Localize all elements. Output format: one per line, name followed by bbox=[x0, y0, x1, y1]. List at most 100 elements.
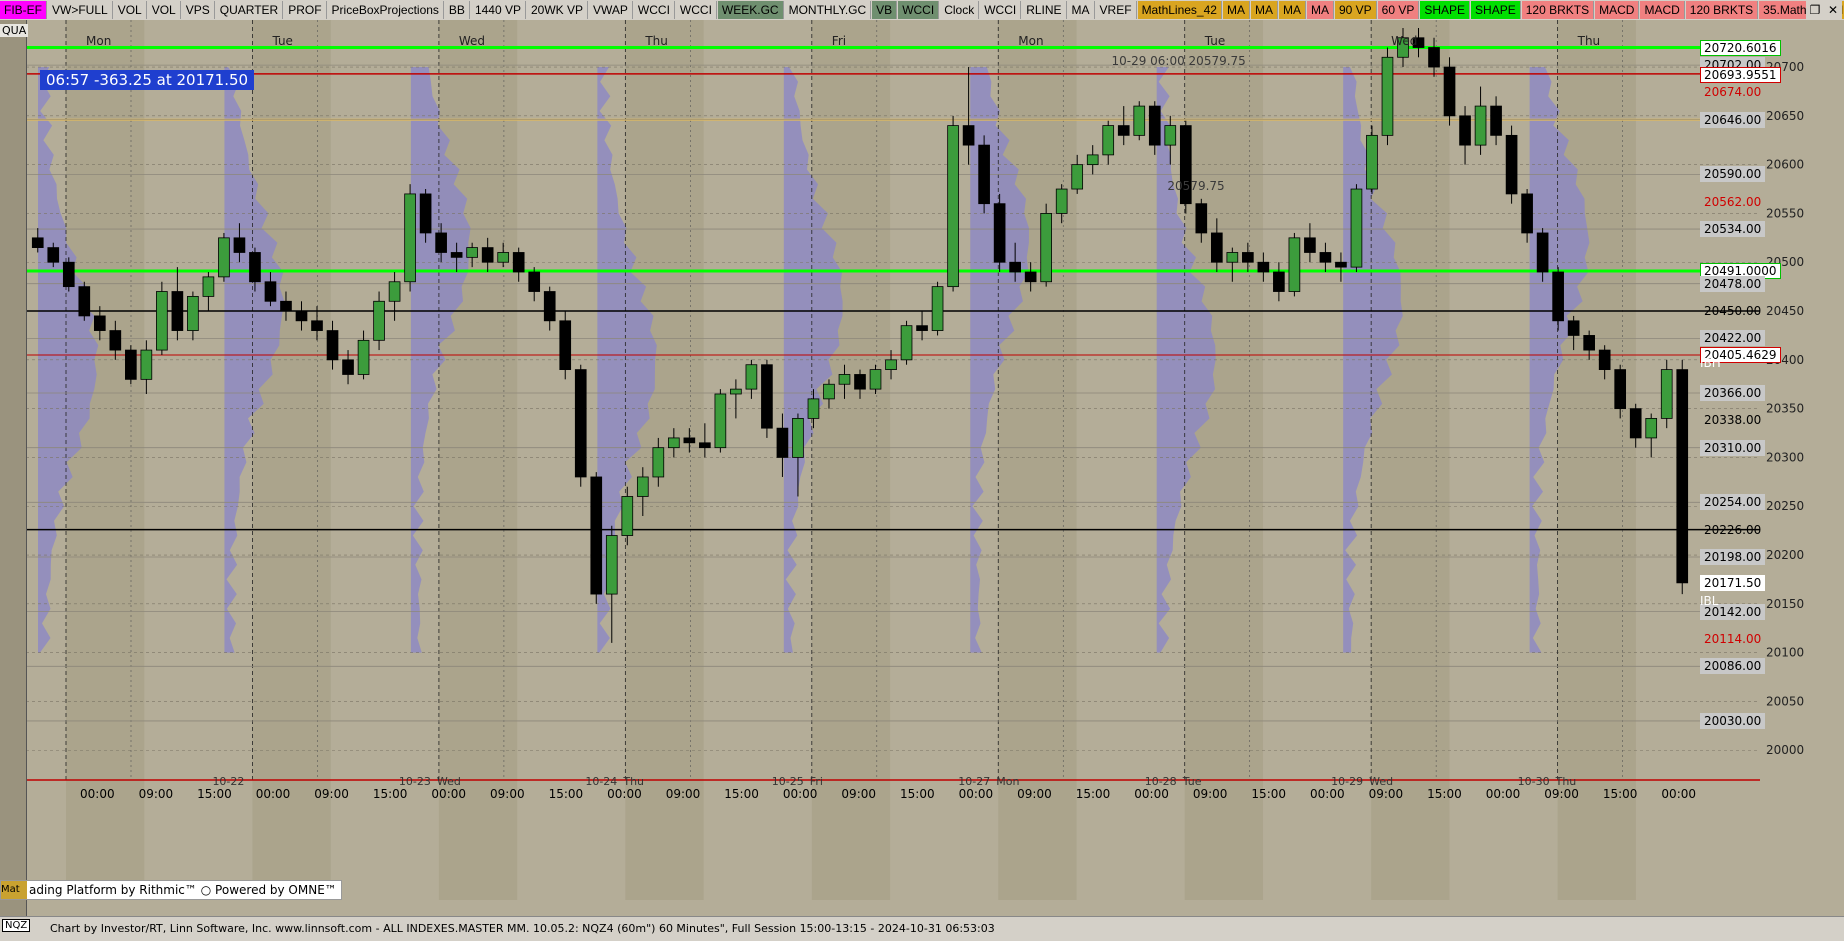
candle bbox=[947, 115, 959, 292]
toolbar-button-90-vp[interactable]: 90 VP bbox=[1334, 1, 1377, 19]
candle-body-up bbox=[1133, 105, 1146, 136]
toolbar-button-vps[interactable]: VPS bbox=[181, 1, 215, 19]
toolbar-button-wcci[interactable]: WCCI bbox=[980, 1, 1022, 19]
time-label: 00:00 bbox=[1661, 787, 1696, 801]
time-label: 15:00 bbox=[373, 787, 408, 801]
toolbar-button-vol[interactable]: VOL bbox=[147, 1, 181, 19]
toolbar-button-wcci[interactable]: WCCI bbox=[675, 1, 717, 19]
restore-icon[interactable]: ❐ bbox=[1806, 1, 1824, 19]
candle-body-up bbox=[466, 247, 478, 258]
candle-body-down bbox=[435, 232, 447, 253]
candle-body-up bbox=[838, 374, 851, 385]
toolbar-button-quarter[interactable]: QUARTER bbox=[215, 1, 284, 19]
candle-body-down bbox=[1195, 203, 1208, 234]
toolbar-button-120-brkts[interactable]: 120 BRKTS bbox=[1521, 1, 1595, 19]
toolbar-button-20wk-vp[interactable]: 20WK VP bbox=[526, 1, 589, 19]
toolbar-button-ma[interactable]: MA bbox=[1306, 1, 1334, 19]
toolbar-button-1440-vp[interactable]: 1440 VP bbox=[470, 1, 526, 19]
y-ticks: 20000 20050 20100 20150 20200 20250 20300 20350… bbox=[1766, 60, 1804, 757]
toolbar-button-60-vp[interactable]: 60 VP bbox=[1377, 1, 1420, 19]
candle-body-down bbox=[512, 252, 525, 273]
toolbar-button-bb[interactable]: BB bbox=[444, 1, 470, 19]
candle-body-up bbox=[156, 291, 168, 351]
toolbar-button-shape[interactable]: SHAPE bbox=[1471, 1, 1521, 19]
day-label: Wed bbox=[458, 34, 486, 48]
toolbar-button-vol[interactable]: VOL bbox=[113, 1, 147, 19]
toolbar-button-macd[interactable]: MACD bbox=[1640, 1, 1685, 19]
rithmic-banner: Mat ading Platform by Rithmic™ ○ Powered… bbox=[0, 880, 342, 900]
price-label: 20562.00 bbox=[1704, 194, 1762, 209]
candle-body-down bbox=[1552, 271, 1564, 322]
toolbar-button-vref[interactable]: VREF bbox=[1095, 1, 1137, 19]
session-day-label: Thu bbox=[622, 775, 644, 788]
candle-body-up bbox=[218, 237, 230, 278]
candle-body-down bbox=[1148, 105, 1161, 146]
candle-body-down bbox=[342, 359, 354, 375]
candle-body-down bbox=[1521, 193, 1533, 234]
candle-body-down bbox=[1490, 105, 1502, 136]
toolbar-button-35-math[interactable]: 35.Math bbox=[1759, 1, 1812, 19]
toolbar-button-vw-full[interactable]: VW>FULL bbox=[48, 1, 113, 19]
date-label: 10-25 bbox=[772, 775, 804, 788]
toolbar-button-prof[interactable]: PROF bbox=[284, 1, 327, 19]
candle-body-down bbox=[326, 330, 339, 361]
candle-body-up bbox=[900, 325, 913, 361]
candle-body-up bbox=[140, 349, 153, 380]
time-label: 09:00 bbox=[1193, 787, 1228, 801]
overnight-band bbox=[1557, 20, 1636, 900]
toolbar-button-vb[interactable]: VB bbox=[872, 1, 898, 19]
price-label: 20366.00 bbox=[1700, 385, 1766, 402]
symbol-tab[interactable]: QUA bbox=[0, 24, 29, 37]
toolbar-button-ma[interactable]: MA bbox=[1222, 1, 1250, 19]
candle-body-up bbox=[714, 393, 727, 449]
time-label: 00:00 bbox=[1486, 787, 1521, 801]
toolbar-button-mathlines-42[interactable]: MathLines_42 bbox=[1137, 1, 1222, 19]
date-label: 10-29 bbox=[1331, 775, 1363, 788]
toolbar-button-vwap[interactable]: VWAP bbox=[589, 1, 633, 19]
mat-tag: Mat bbox=[1, 881, 27, 899]
toolbar-button-ma[interactable]: MA bbox=[1278, 1, 1306, 19]
candle bbox=[931, 281, 944, 336]
time-label: 09:00 bbox=[490, 787, 525, 801]
y-tick-label: 20600 bbox=[1766, 158, 1804, 172]
y-tick-label: 20000 bbox=[1766, 743, 1804, 757]
candle-body-up bbox=[1086, 154, 1099, 166]
toolbar-button-shape[interactable]: SHAPE bbox=[1420, 1, 1471, 19]
status-text: Chart by Investor/RT, Linn Software, Inc… bbox=[50, 922, 995, 935]
candle-body-down bbox=[1459, 115, 1471, 146]
close-icon[interactable]: ✕ bbox=[1824, 1, 1842, 19]
toolbar-button-wcci[interactable]: WCCI bbox=[898, 1, 940, 19]
candle-body-down bbox=[280, 300, 292, 312]
price-chart[interactable]: 20000 20050 20100 20150 20200 20250 20300 20350… bbox=[0, 20, 1844, 916]
toolbar-button-priceboxprojections[interactable]: PriceBoxProjections bbox=[327, 1, 444, 19]
candle-body-down bbox=[1614, 369, 1627, 410]
toolbar-button-ma[interactable]: MA bbox=[1067, 1, 1095, 19]
candle-body-up bbox=[404, 193, 416, 283]
toolbar-button-week-gc[interactable]: WEEK.GC bbox=[717, 1, 784, 19]
candle-body-down bbox=[1443, 66, 1456, 117]
y-tick-label: 20450 bbox=[1766, 304, 1804, 318]
toolbar-button-rline[interactable]: RLINE bbox=[1022, 1, 1067, 19]
date-label: 10-28 bbox=[1145, 775, 1177, 788]
status-symbol[interactable]: NQZ bbox=[2, 919, 31, 932]
toolbar-button-clock[interactable]: Clock bbox=[940, 1, 980, 19]
time-label: 09:00 bbox=[314, 787, 349, 801]
left-price-strip bbox=[0, 20, 27, 916]
toolbar-button-monthly-gc[interactable]: MONTHLY.GC bbox=[784, 1, 872, 19]
toolbar-button-wcci[interactable]: WCCI bbox=[633, 1, 675, 19]
candle bbox=[978, 135, 990, 214]
candle-body-down bbox=[1676, 369, 1689, 584]
candle-body-down bbox=[993, 203, 1006, 263]
rithmic-text: ading Platform by Rithmic bbox=[29, 883, 185, 897]
toolbar-button-120-brkts[interactable]: 120 BRKTS bbox=[1685, 1, 1759, 19]
day-label: Tue bbox=[1204, 34, 1226, 48]
time-label: 00:00 bbox=[80, 787, 115, 801]
time-label: 09:00 bbox=[1017, 787, 1052, 801]
toolbar-button-fib-ef[interactable]: FIB-EF bbox=[0, 1, 47, 19]
candle-body-up bbox=[1102, 125, 1115, 156]
candle bbox=[125, 345, 137, 385]
toolbar-button-ma[interactable]: MA bbox=[1250, 1, 1278, 19]
candle bbox=[218, 232, 230, 282]
toolbar-button-macd[interactable]: MACD bbox=[1595, 1, 1640, 19]
candle-body-up bbox=[202, 276, 215, 297]
